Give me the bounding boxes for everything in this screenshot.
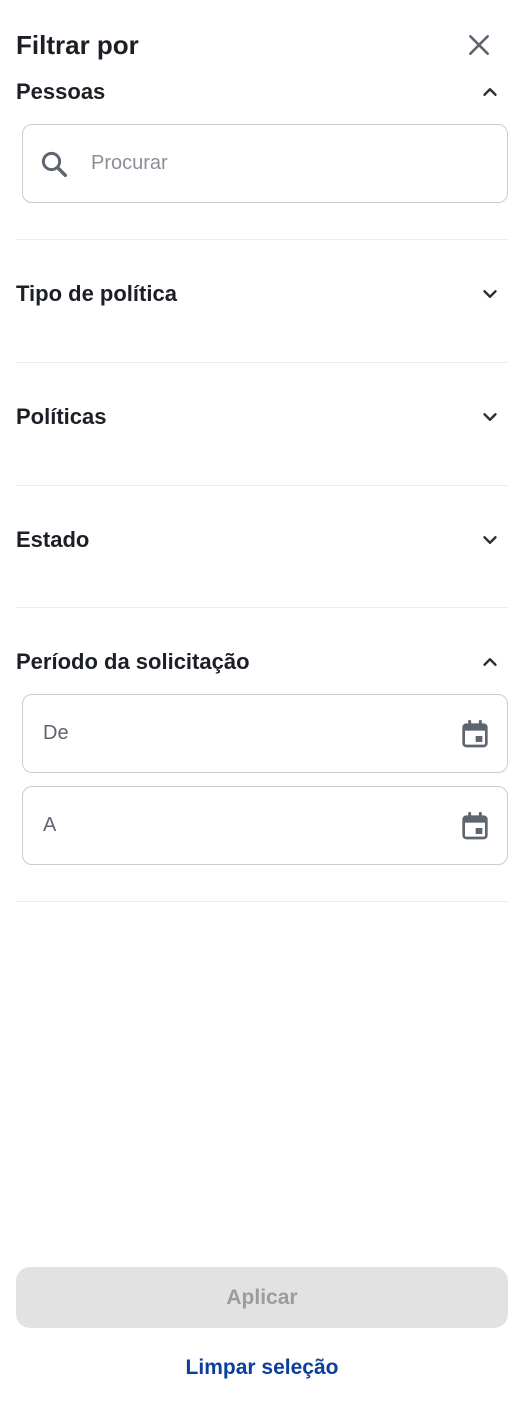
section-policies: Políticas bbox=[16, 397, 508, 437]
apply-button[interactable]: Aplicar bbox=[16, 1267, 508, 1328]
divider bbox=[16, 901, 508, 902]
search-input[interactable] bbox=[91, 125, 491, 202]
section-request-period: Período da solicitação bbox=[16, 642, 508, 682]
section-policy-type-header[interactable]: Tipo de política bbox=[16, 274, 508, 314]
date-to-field bbox=[22, 786, 508, 865]
section-people-header[interactable]: Pessoas bbox=[16, 72, 508, 112]
section-policies-title: Políticas bbox=[16, 404, 107, 429]
clear-selection-link[interactable]: Limpar seleção bbox=[0, 1356, 524, 1380]
date-from-input[interactable] bbox=[43, 695, 447, 772]
filter-header: Filtrar por bbox=[16, 22, 508, 66]
date-to-input[interactable] bbox=[43, 787, 447, 864]
date-from-field bbox=[22, 694, 508, 773]
search-field bbox=[22, 124, 508, 203]
close-icon bbox=[469, 35, 489, 55]
divider bbox=[16, 485, 508, 486]
chevron-down-icon bbox=[478, 282, 502, 306]
chevron-down-icon bbox=[478, 528, 502, 552]
section-status: Estado bbox=[16, 520, 508, 560]
section-people: Pessoas bbox=[16, 72, 508, 112]
chevron-down-icon bbox=[478, 405, 502, 429]
calendar-icon[interactable] bbox=[459, 718, 491, 750]
close-button[interactable] bbox=[464, 30, 494, 60]
divider bbox=[16, 239, 508, 240]
section-policy-type-title: Tipo de política bbox=[16, 281, 177, 306]
section-request-period-header[interactable]: Período da solicitação bbox=[16, 642, 508, 682]
section-status-header[interactable]: Estado bbox=[16, 520, 508, 560]
search-icon bbox=[41, 151, 67, 177]
chevron-up-icon bbox=[478, 650, 502, 674]
section-status-title: Estado bbox=[16, 527, 90, 552]
section-request-period-title: Período da solicitação bbox=[16, 649, 250, 674]
section-policy-type: Tipo de política bbox=[16, 274, 508, 314]
section-policies-header[interactable]: Políticas bbox=[16, 397, 508, 437]
section-people-title: Pessoas bbox=[16, 79, 106, 104]
calendar-icon[interactable] bbox=[459, 810, 491, 842]
divider bbox=[16, 362, 508, 363]
chevron-up-icon bbox=[478, 80, 502, 104]
divider bbox=[16, 607, 508, 608]
page-title: Filtrar por bbox=[16, 30, 139, 60]
